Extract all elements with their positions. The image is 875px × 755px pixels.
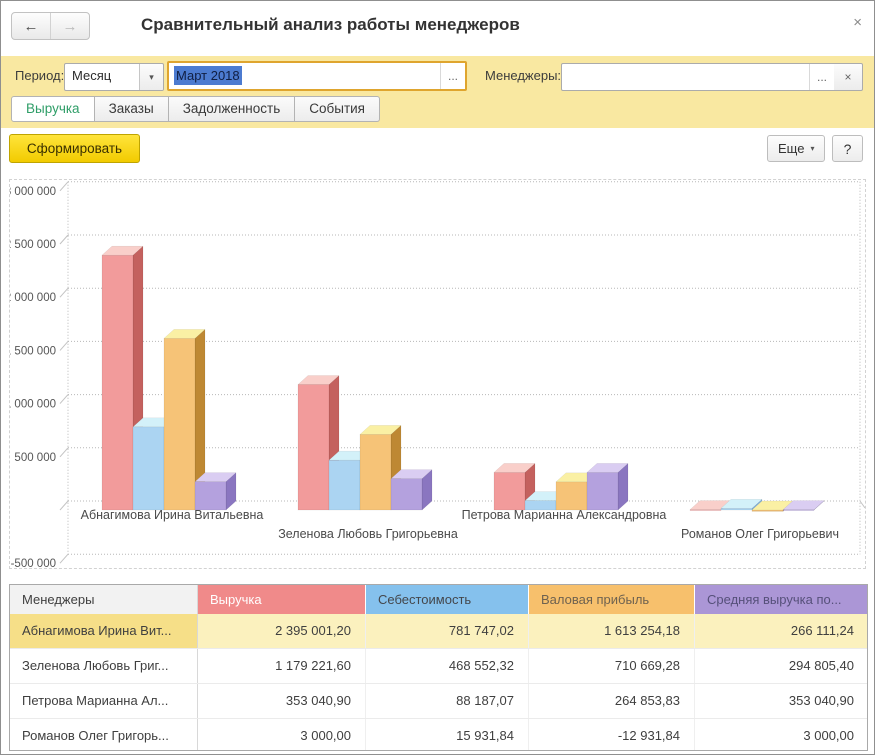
- report-tabs: ВыручкаЗаказыЗадолженностьСобытия: [11, 96, 380, 122]
- manager-name-cell[interactable]: Петрова Марианна Ал...: [10, 684, 198, 718]
- value-cell[interactable]: 294 805,40: [695, 649, 868, 683]
- column-header-4[interactable]: Средняя выручка по...: [695, 585, 868, 614]
- table-row[interactable]: Романов Олег Григорь...3 000,0015 931,84…: [10, 719, 867, 751]
- value-cell[interactable]: 781 747,02: [366, 614, 529, 648]
- tab-3[interactable]: События: [295, 96, 380, 122]
- period-date-picker-button[interactable]: ...: [440, 63, 465, 89]
- managers-label: Менеджеры:: [485, 63, 561, 89]
- value-cell[interactable]: 1 179 221,60: [198, 649, 366, 683]
- manager-name-cell[interactable]: Абнагимова Ирина Вит...: [10, 614, 198, 648]
- value-cell[interactable]: 353 040,90: [198, 684, 366, 718]
- svg-text:2 500 000: 2 500 000: [10, 239, 56, 251]
- value-cell[interactable]: -12 931,84: [529, 719, 695, 751]
- value-cell[interactable]: 353 040,90: [695, 684, 868, 718]
- value-cell[interactable]: 468 552,32: [366, 649, 529, 683]
- svg-text:1 000 000: 1 000 000: [10, 399, 56, 411]
- filter-panel: Период: Месяц ▾ Март 2018 ... Менеджеры:…: [1, 56, 874, 128]
- period-type-value: Месяц: [65, 64, 139, 90]
- svg-text:3 000 000: 3 000 000: [10, 186, 56, 198]
- category-label: Романов Олег Григорьевич: [681, 527, 839, 541]
- category-label: Петрова Марианна Александровна: [462, 508, 667, 522]
- svg-text:2 000 000: 2 000 000: [10, 292, 56, 304]
- more-button[interactable]: Еще ▾: [767, 135, 825, 162]
- period-type-select[interactable]: Месяц ▾: [64, 63, 164, 91]
- value-cell[interactable]: 3 000,00: [695, 719, 868, 751]
- value-cell[interactable]: 3 000,00: [198, 719, 366, 751]
- back-arrow-icon[interactable]: ←: [12, 13, 50, 39]
- table-row[interactable]: Петрова Марианна Ал...353 040,9088 187,0…: [10, 684, 867, 719]
- tab-1[interactable]: Заказы: [95, 96, 169, 122]
- value-cell[interactable]: 266 111,24: [695, 614, 868, 648]
- svg-text:1 500 000: 1 500 000: [10, 345, 56, 357]
- category-label: Зеленова Любовь Григорьевна: [278, 527, 458, 541]
- manager-name-cell[interactable]: Зеленова Любовь Григ...: [10, 649, 198, 683]
- table-row[interactable]: Абнагимова Ирина Вит...2 395 001,20781 7…: [10, 614, 867, 649]
- managers-value: [562, 64, 809, 90]
- value-cell[interactable]: 88 187,07: [366, 684, 529, 718]
- chevron-down-icon: ▾: [810, 144, 814, 153]
- tab-2[interactable]: Задолженность: [169, 96, 296, 122]
- value-cell[interactable]: 15 931,84: [366, 719, 529, 751]
- value-cell[interactable]: 1 613 254,18: [529, 614, 695, 648]
- app-window: ← → Сравнительный анализ работы менеджер…: [0, 0, 875, 755]
- column-header-1[interactable]: Выручка: [198, 585, 366, 614]
- period-date-input[interactable]: Март 2018 ...: [167, 61, 467, 91]
- managers-input[interactable]: ...: [561, 63, 835, 91]
- column-header-0[interactable]: Менеджеры: [10, 585, 198, 614]
- more-button-label: Еще: [778, 141, 804, 156]
- period-label: Период:: [15, 63, 64, 89]
- chevron-down-icon[interactable]: ▾: [139, 64, 163, 90]
- page-title: Сравнительный анализ работы менеджеров: [141, 15, 520, 35]
- value-cell[interactable]: 710 669,28: [529, 649, 695, 683]
- svg-text:500 000: 500 000: [14, 452, 56, 464]
- column-header-2[interactable]: Себестоимость: [366, 585, 529, 614]
- forward-arrow-icon[interactable]: →: [50, 13, 89, 39]
- manager-name-cell[interactable]: Романов Олег Григорь...: [10, 719, 198, 751]
- results-table: МенеджерыВыручкаСебестоимостьВаловая при…: [9, 584, 868, 751]
- value-cell[interactable]: 264 853,83: [529, 684, 695, 718]
- tab-0[interactable]: Выручка: [11, 96, 95, 122]
- svg-text:-500 000: -500 000: [11, 558, 56, 568]
- category-label: Абнагимова Ирина Витальевна: [81, 508, 264, 522]
- value-cell[interactable]: 2 395 001,20: [198, 614, 366, 648]
- bar-chart-canvas: 3 000 000 2 500 000 2 000 000 1 500 000 1 00…: [10, 180, 865, 568]
- managers-bar-chart: 3 000 000 2 500 000 2 000 000 1 500 000 1 00…: [9, 179, 866, 569]
- help-button[interactable]: ?: [832, 135, 863, 162]
- managers-clear-button[interactable]: ×: [834, 63, 863, 91]
- managers-picker-button[interactable]: ...: [809, 64, 834, 90]
- generate-button[interactable]: Сформировать: [9, 134, 140, 163]
- table-row[interactable]: Зеленова Любовь Григ...1 179 221,60468 5…: [10, 649, 867, 684]
- nav-button-group: ← →: [11, 12, 90, 40]
- title-bar: ← → Сравнительный анализ работы менеджер…: [1, 1, 874, 56]
- close-icon[interactable]: ×: [853, 14, 862, 31]
- table-header-row: МенеджерыВыручкаСебестоимостьВаловая при…: [10, 585, 867, 614]
- column-header-3[interactable]: Валовая прибыль: [529, 585, 695, 614]
- period-date-value: Март 2018: [174, 66, 242, 85]
